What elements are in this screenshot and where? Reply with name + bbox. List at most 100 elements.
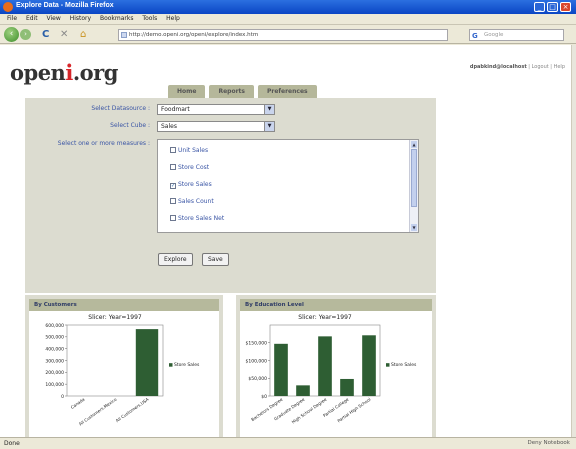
reload-icon[interactable]: C bbox=[42, 29, 49, 40]
scroll-down-icon[interactable]: ▼ bbox=[411, 224, 417, 231]
bar-3 bbox=[340, 378, 354, 396]
education-chart-panel: By Education Level Slicer: Year=1997 $0 $5… bbox=[236, 295, 436, 437]
window-title: Explore Data - Mozilla Firefox bbox=[16, 2, 114, 9]
bar-0 bbox=[274, 343, 288, 396]
page-scrollbar[interactable] bbox=[571, 45, 576, 437]
address-url: http://demo.openi.org/openi/explore/inde… bbox=[129, 32, 259, 38]
y-tick-label: 300,000 bbox=[45, 358, 64, 364]
measure-item-store-cost[interactable]: Store Cost bbox=[170, 164, 209, 171]
y-tick-label: $50,000 bbox=[248, 376, 267, 382]
logout-link[interactable]: Logout bbox=[532, 64, 549, 70]
scroll-thumb[interactable] bbox=[411, 149, 417, 207]
datasource-select[interactable]: Foodmart ▼ bbox=[157, 104, 275, 115]
bar-1 bbox=[296, 385, 310, 396]
scroll-up-icon[interactable]: ▲ bbox=[411, 141, 417, 148]
menu-view[interactable]: View bbox=[47, 15, 61, 22]
tab-preferences[interactable]: Preferences bbox=[257, 85, 317, 98]
y-tick-label: 600,000 bbox=[45, 323, 64, 329]
customers-chart: Slicer: Year=1997 0 100,000 200,000 300,000 4… bbox=[29, 311, 219, 437]
y-tick-label: 400,000 bbox=[45, 346, 64, 352]
minimize-button[interactable]: _ bbox=[534, 2, 545, 12]
cube-select[interactable]: Sales ▼ bbox=[157, 121, 275, 132]
address-bar[interactable]: http://demo.openi.org/openi/explore/inde… bbox=[118, 29, 448, 41]
y-tick-label: $100,000 bbox=[246, 358, 268, 364]
user-bar: dpabkind@localhost | Logout | Help bbox=[469, 64, 565, 70]
y-tick-label: 100,000 bbox=[45, 382, 64, 388]
maximize-button[interactable]: □ bbox=[547, 2, 558, 12]
chart-title: Slicer: Year=1997 bbox=[298, 314, 352, 321]
y-tick-label: $150,000 bbox=[246, 341, 268, 347]
tab-home[interactable]: Home bbox=[168, 85, 206, 98]
google-icon: G bbox=[472, 32, 478, 40]
y-tick-label: 200,000 bbox=[45, 370, 64, 376]
datasource-label: Select Datasource : bbox=[91, 105, 150, 112]
explore-button[interactable]: Explore bbox=[158, 253, 193, 266]
measure-item-store-sales-net[interactable]: Store Sales Net bbox=[170, 215, 224, 222]
logo-text-open: open bbox=[10, 60, 66, 85]
customers-panel-title: By Customers bbox=[29, 299, 219, 311]
checkbox-sales-count[interactable] bbox=[170, 198, 176, 204]
window-titlebar: Explore Data - Mozilla Firefox _ □ × bbox=[0, 0, 576, 14]
username: dpabkind@localhost bbox=[469, 64, 527, 70]
datasource-value: Foodmart bbox=[161, 106, 190, 113]
education-chart-svg: Slicer: Year=1997 $0 $50,000 $100,000 $150,0… bbox=[246, 314, 417, 425]
home-icon[interactable]: ⌂ bbox=[80, 29, 86, 40]
bar-4 bbox=[362, 335, 376, 396]
x-tick-label: Canada bbox=[70, 396, 86, 409]
chevron-down-icon: ▼ bbox=[264, 122, 274, 131]
search-input[interactable]: G Google bbox=[469, 29, 564, 41]
checkbox-store-sales-net[interactable] bbox=[170, 215, 176, 221]
checkbox-store-cost[interactable] bbox=[170, 164, 176, 170]
page-favicon-icon bbox=[121, 32, 127, 38]
close-button[interactable]: × bbox=[560, 2, 571, 12]
menu-help[interactable]: Help bbox=[166, 15, 180, 22]
y-tick-label: 500,000 bbox=[45, 335, 64, 341]
measure-label: Store Sales bbox=[178, 181, 212, 188]
search-placeholder: Google bbox=[484, 32, 504, 38]
main-tabs: Home Reports Preferences bbox=[168, 85, 321, 98]
stop-icon[interactable]: ✕ bbox=[60, 29, 68, 40]
measure-item-store-sales[interactable]: ✓ Store Sales bbox=[170, 181, 212, 189]
bar-2 bbox=[318, 336, 332, 396]
logo-text-org: .org bbox=[72, 60, 119, 85]
status-bar: Done Deny Notebook bbox=[0, 437, 576, 449]
status-text: Done bbox=[4, 440, 20, 447]
measure-item-sales-count[interactable]: Sales Count bbox=[170, 198, 214, 205]
menu-bar: File Edit View History Bookmarks Tools H… bbox=[0, 14, 576, 25]
logo-text-i: i bbox=[65, 60, 73, 85]
measure-item-unit-sales[interactable]: Unit Sales bbox=[170, 147, 208, 154]
menu-tools[interactable]: Tools bbox=[142, 15, 157, 22]
education-chart: Slicer: Year=1997 $0 $50,000 $100,000 $150,0… bbox=[240, 311, 432, 437]
legend-swatch bbox=[169, 363, 173, 367]
chart-title: Slicer: Year=1997 bbox=[88, 314, 142, 321]
forward-button[interactable]: › bbox=[20, 29, 31, 40]
checkbox-store-sales[interactable]: ✓ bbox=[170, 183, 176, 189]
measure-label: Unit Sales bbox=[178, 147, 209, 154]
menu-history[interactable]: History bbox=[70, 15, 91, 22]
y-tick-label: 0 bbox=[61, 394, 64, 400]
customers-chart-panel: By Customers Slicer: Year=1997 0 100,000 20… bbox=[25, 295, 223, 437]
measures-scrollbar[interactable]: ▲ ▼ bbox=[409, 140, 418, 232]
education-panel-title: By Education Level bbox=[240, 299, 432, 311]
customers-chart-svg: Slicer: Year=1997 0 100,000 200,000 300,000 4… bbox=[45, 314, 200, 427]
help-link[interactable]: Help bbox=[554, 64, 565, 70]
save-button[interactable]: Save bbox=[202, 253, 229, 266]
menu-edit[interactable]: Edit bbox=[26, 15, 38, 22]
legend-label: Store Sales bbox=[174, 362, 200, 368]
cube-value: Sales bbox=[161, 123, 177, 130]
x-tick-label: All Customers.USA bbox=[115, 397, 150, 424]
measures-list[interactable]: Unit Sales Store Cost ✓ Store Sales Sales… bbox=[157, 139, 419, 233]
openi-logo[interactable]: openi.org bbox=[10, 60, 118, 85]
legend-swatch bbox=[386, 363, 390, 367]
firefox-icon bbox=[3, 2, 13, 12]
measure-label: Store Sales Net bbox=[178, 215, 225, 222]
navigation-toolbar: ‹ › C ✕ ⌂ http://demo.openi.org/openi/ex… bbox=[0, 25, 576, 44]
checkbox-unit-sales[interactable] bbox=[170, 147, 176, 153]
menu-file[interactable]: File bbox=[7, 15, 17, 22]
menu-bookmarks[interactable]: Bookmarks bbox=[100, 15, 134, 22]
tab-reports[interactable]: Reports bbox=[209, 85, 254, 98]
measure-label: Sales Count bbox=[178, 198, 214, 205]
back-button[interactable]: ‹ bbox=[4, 27, 19, 42]
measures-label: Select one or more measures : bbox=[57, 140, 150, 147]
bar-2 bbox=[135, 329, 159, 396]
